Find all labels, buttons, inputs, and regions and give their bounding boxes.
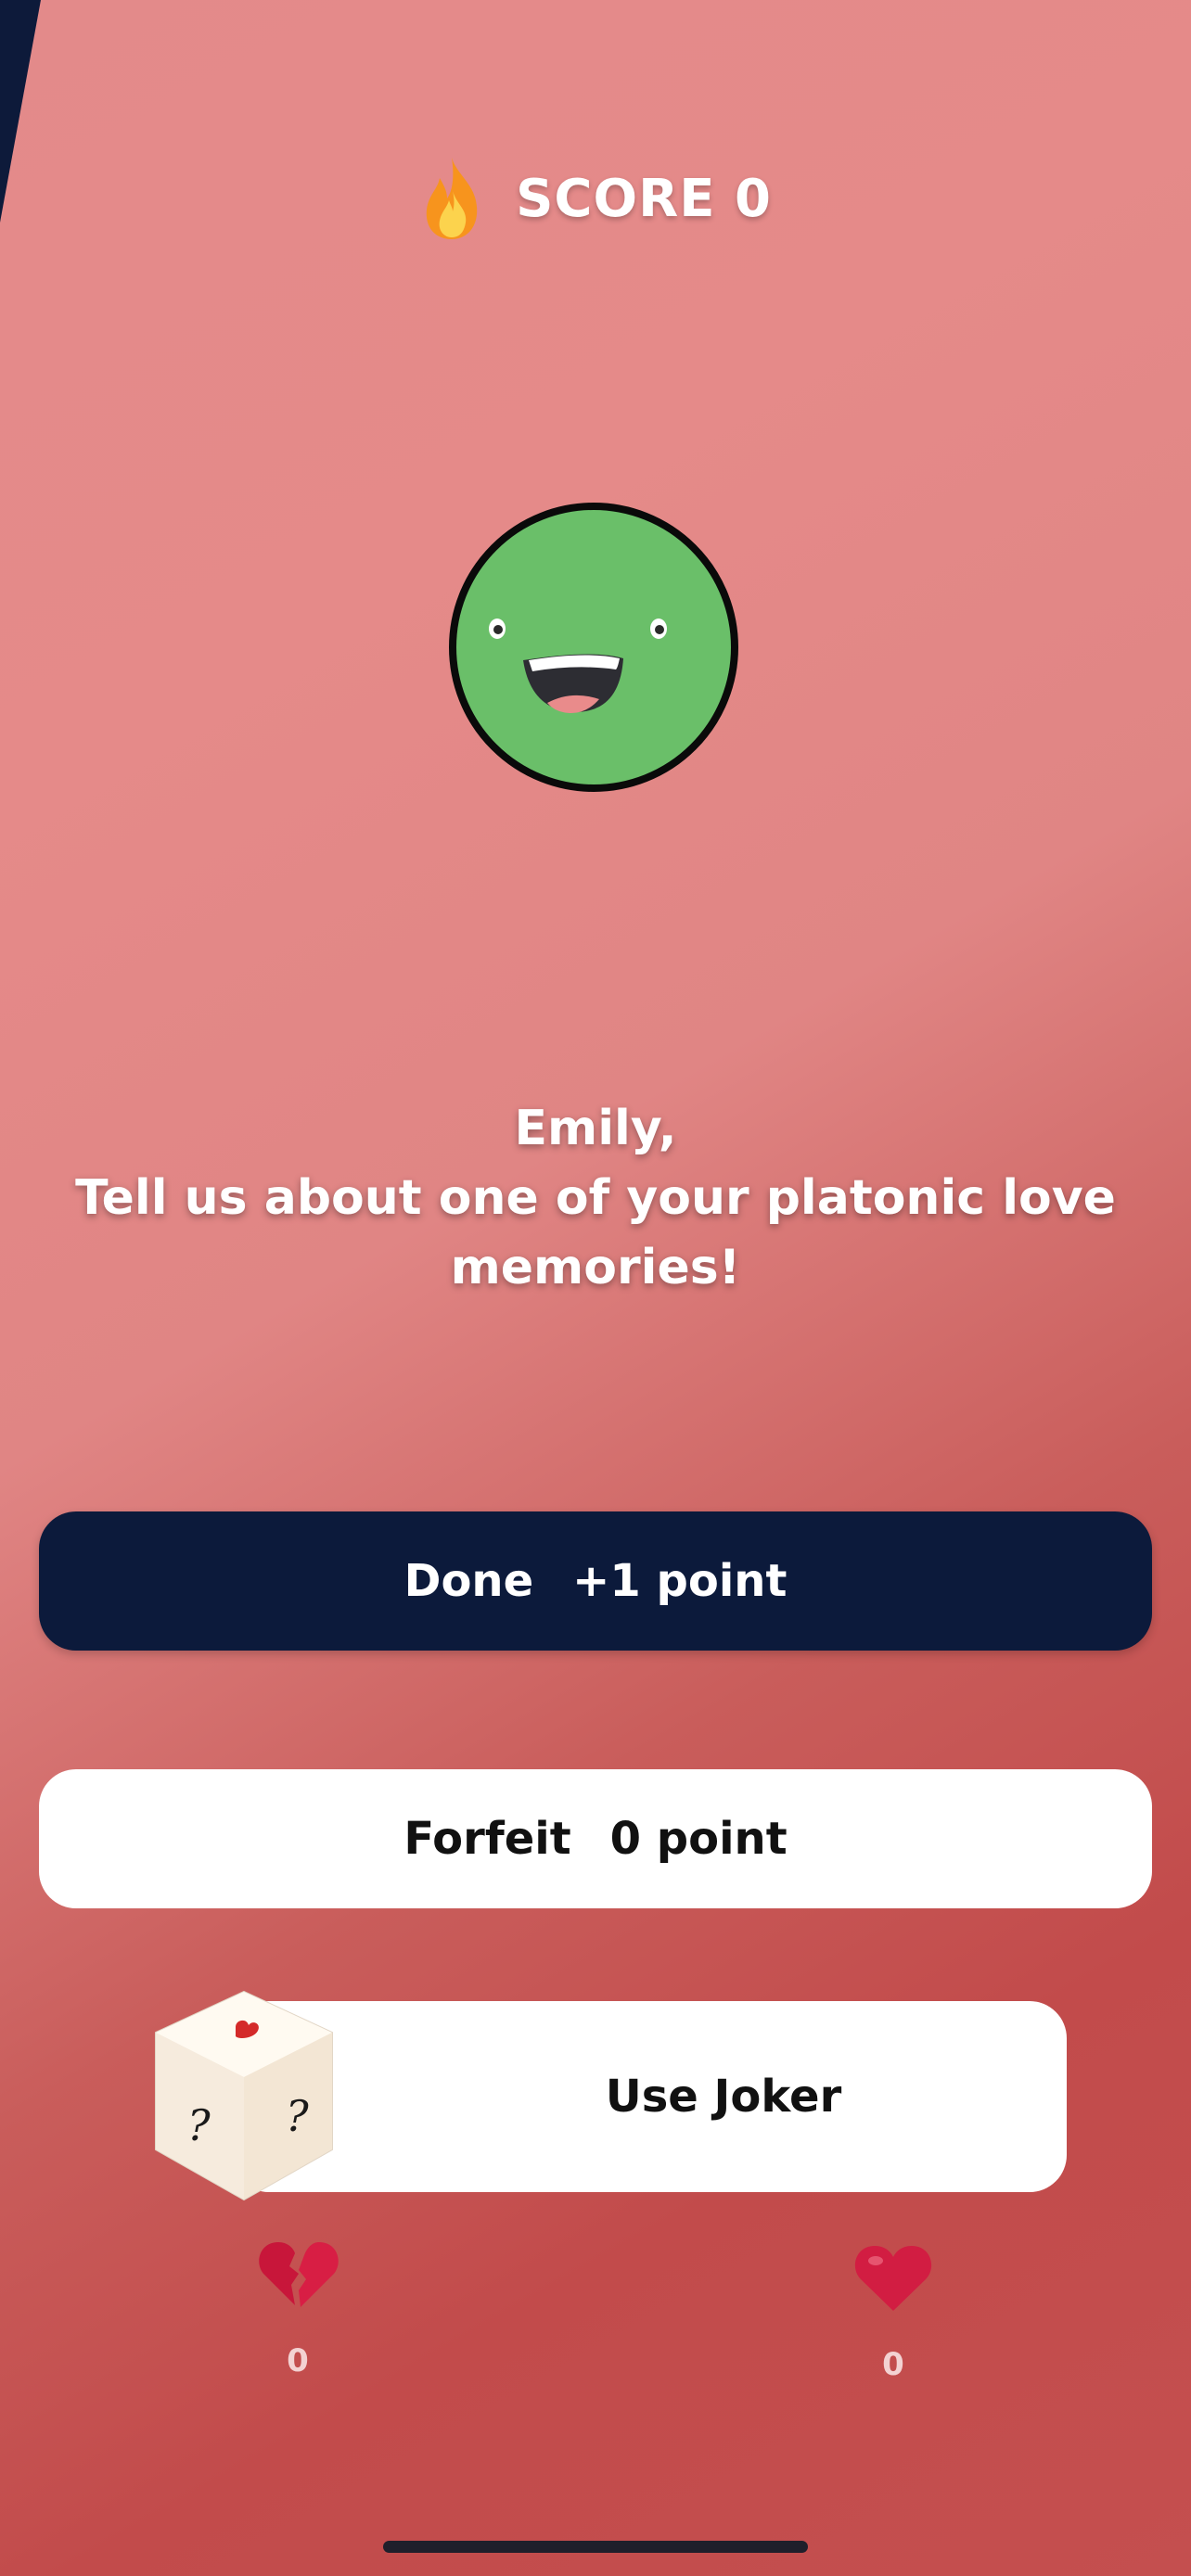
home-indicator[interactable] [383, 2541, 808, 2553]
done-button[interactable]: Done +1 point [39, 1511, 1152, 1651]
hearts-count: 0 [882, 2346, 904, 2383]
smiling-face-icon [449, 503, 738, 792]
question-prompt: Emily, Tell us about one of your platoni… [56, 1094, 1135, 1303]
heart-icon [854, 2246, 932, 2311]
use-joker-button[interactable]: Use Joker [232, 2001, 1067, 2192]
svg-text:?: ? [187, 2100, 211, 2150]
question-text: Tell us about one of your platonic love … [75, 1170, 1116, 1295]
svg-text:?: ? [286, 2091, 309, 2141]
forfeit-label: Forfeit [403, 1813, 571, 1865]
broken-hearts-counter: 0 [242, 2237, 353, 2379]
broken-hearts-count: 0 [287, 2342, 309, 2379]
score-header: SCORE 0 [0, 156, 1191, 241]
fire-icon [426, 158, 478, 239]
score-label: SCORE 0 [516, 168, 772, 229]
joker-label: Use Joker [605, 2071, 842, 2123]
dice-icon: ? ? [155, 1990, 333, 2201]
done-label: Done [403, 1555, 534, 1607]
forfeit-points: 0 point [609, 1813, 788, 1865]
forfeit-button[interactable]: Forfeit 0 point [39, 1769, 1152, 1908]
broken-heart-icon [259, 2242, 339, 2307]
player-name: Emily, [514, 1101, 677, 1156]
done-points: +1 point [572, 1555, 788, 1607]
hearts-counter: 0 [838, 2240, 949, 2383]
